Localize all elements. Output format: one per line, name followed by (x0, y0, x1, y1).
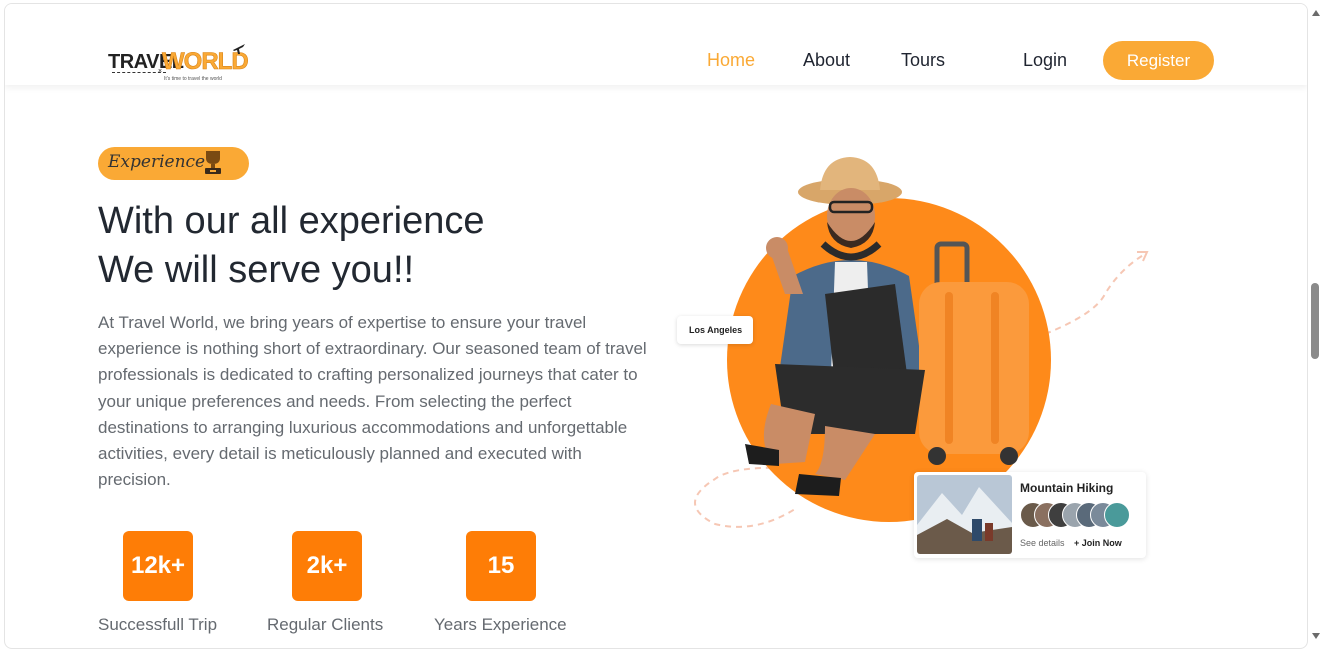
join-now-link[interactable]: + Join Now (1074, 538, 1122, 548)
see-details-link[interactable]: See details (1020, 538, 1065, 548)
page-frame: TRAVEL WORLD × It's time to travel the w… (4, 3, 1308, 649)
stat-trips-label: Successfull Trip (98, 615, 218, 634)
nav-tours-link[interactable]: Tours (901, 50, 945, 71)
logo-tagline: It's time to travel the world (164, 76, 222, 82)
scroll-up-arrow-icon[interactable] (1312, 10, 1320, 16)
card-title: Mountain Hiking (1020, 481, 1114, 495)
register-button[interactable]: Register (1103, 41, 1214, 80)
dashed-path-right (1044, 253, 1146, 335)
login-link[interactable]: Login (1023, 50, 1067, 71)
vertical-scrollbar[interactable] (1308, 3, 1324, 649)
experience-badge: Experience (98, 147, 249, 180)
wheel-1 (928, 447, 946, 465)
brand-logo[interactable]: TRAVEL WORLD × It's time to travel the w… (106, 42, 254, 86)
hero-description: At Travel World, we bring years of exper… (98, 313, 647, 490)
scroll-down-arrow-icon[interactable] (1312, 633, 1320, 639)
badge-text: Experience (108, 152, 206, 172)
hero-headline: With our all experience We will serve yo… (98, 197, 485, 295)
headline-line-2: We will serve you!! (98, 249, 415, 291)
suitcase-body (919, 282, 1029, 454)
tour-card[interactable]: Mountain Hiking See details + Join Now (914, 472, 1146, 558)
avatar (1104, 502, 1130, 528)
suitcase-stripe (945, 292, 953, 444)
stat-years-box: 15 (466, 531, 536, 601)
site-header: TRAVEL WORLD × It's time to travel the w… (5, 4, 1307, 85)
suitcase-stripe-2 (991, 292, 999, 444)
mountain-photo (917, 475, 1012, 554)
wheel-2 (1000, 447, 1018, 465)
headline-line-1: With our all experience (98, 200, 485, 242)
city-tag: Los Angeles (677, 316, 753, 344)
plane-icon (233, 44, 245, 54)
stat-years-label: Years Experience (434, 615, 567, 634)
logo-x-mark: × (158, 68, 163, 75)
thumb-hand (766, 237, 788, 259)
nav-home-link[interactable]: Home (707, 50, 755, 71)
hat-crown (820, 157, 880, 190)
stat-trips-box: 12k+ (123, 531, 193, 601)
trophy-icon (205, 151, 221, 174)
stat-clients-box: 2k+ (292, 531, 362, 601)
scroll-thumb[interactable] (1311, 283, 1319, 359)
avatar-group (1020, 502, 1140, 528)
stat-clients-label: Regular Clients (267, 615, 384, 634)
nav-about-link[interactable]: About (803, 50, 850, 71)
